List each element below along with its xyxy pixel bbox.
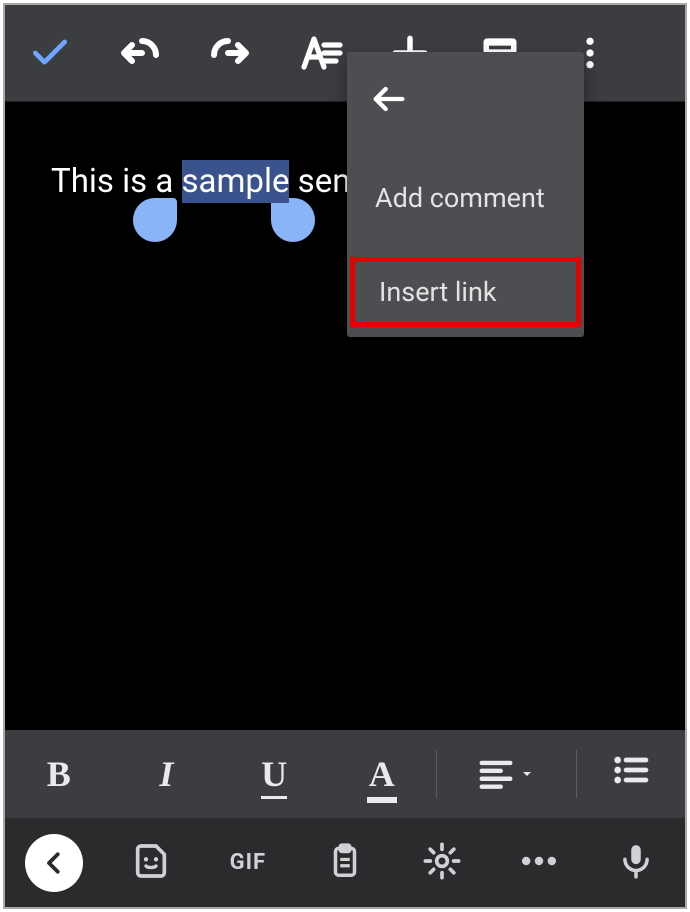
sticker-icon bbox=[131, 841, 171, 885]
dropdown-back-button[interactable] bbox=[367, 80, 411, 124]
selection-handle-end[interactable] bbox=[271, 198, 315, 242]
overflow-dropdown: Add comment Insert link bbox=[347, 52, 584, 337]
bold-button[interactable]: B bbox=[5, 730, 113, 818]
redo-icon bbox=[206, 29, 254, 77]
check-icon bbox=[28, 31, 72, 75]
mic-icon bbox=[617, 842, 655, 884]
text-selection[interactable]: sample bbox=[182, 160, 290, 203]
chevron-left-icon bbox=[25, 834, 83, 892]
arrow-left-icon bbox=[369, 79, 409, 126]
italic-button[interactable]: I bbox=[113, 730, 221, 818]
align-button[interactable] bbox=[437, 730, 577, 818]
align-left-icon bbox=[477, 755, 535, 793]
format-toolbar: B I U A bbox=[5, 730, 685, 818]
bullet-list-icon bbox=[611, 750, 651, 799]
underline-button[interactable]: U bbox=[220, 730, 328, 818]
undo-icon bbox=[116, 29, 164, 77]
mic-button[interactable] bbox=[588, 818, 685, 907]
clipboard-button[interactable] bbox=[296, 818, 393, 907]
bullet-list-button[interactable] bbox=[577, 730, 685, 818]
redo-button[interactable] bbox=[185, 5, 275, 101]
keyboard-settings-button[interactable] bbox=[394, 818, 491, 907]
app-frame: This is a sample sent Add comment Insert… bbox=[3, 3, 687, 909]
gear-icon bbox=[422, 841, 462, 885]
text-format-icon bbox=[296, 29, 344, 77]
document-text-line[interactable]: This is a sample sent bbox=[51, 162, 361, 202]
keyboard-more-button[interactable] bbox=[491, 818, 588, 907]
sticker-button[interactable] bbox=[102, 818, 199, 907]
text-before-selection: This is a bbox=[51, 162, 182, 201]
gif-button[interactable]: GIF bbox=[199, 818, 296, 907]
selection-handle-start[interactable] bbox=[133, 198, 177, 242]
menu-item-add-comment[interactable]: Add comment bbox=[375, 182, 545, 214]
keyboard-collapse-button[interactable] bbox=[5, 818, 102, 907]
dropdown-caret-icon bbox=[519, 766, 535, 782]
confirm-button[interactable] bbox=[5, 5, 95, 101]
text-color-button[interactable]: A bbox=[328, 730, 436, 818]
keyboard-toolbar: GIF bbox=[5, 818, 685, 907]
clipboard-icon bbox=[326, 842, 364, 884]
menu-item-insert-link[interactable]: Insert link bbox=[350, 257, 581, 327]
more-horiz-icon bbox=[517, 839, 561, 887]
undo-button[interactable] bbox=[95, 5, 185, 101]
